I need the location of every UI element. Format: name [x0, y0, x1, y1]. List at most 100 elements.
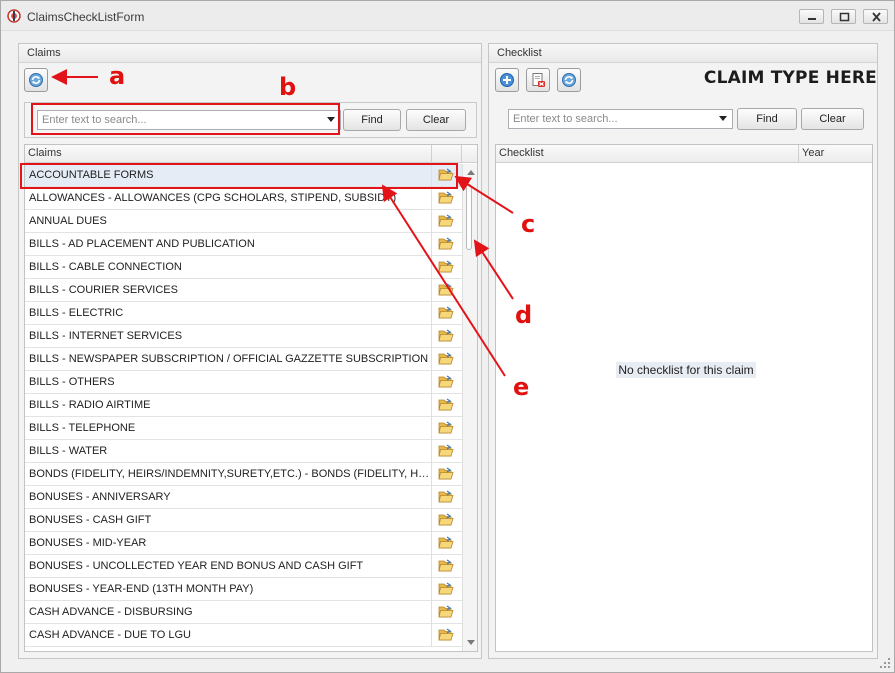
table-row[interactable]: BONUSES - UNCOLLECTED YEAR END BONUS AND…	[25, 555, 462, 578]
table-row[interactable]: CASH ADVANCE - DISBURSING	[25, 601, 462, 624]
scrollbar-thumb[interactable]	[466, 184, 472, 250]
minimize-icon	[808, 18, 816, 20]
open-folder-icon[interactable]	[438, 628, 454, 645]
cell-divider	[431, 578, 432, 601]
cell-divider	[431, 440, 432, 463]
close-icon	[872, 12, 881, 22]
table-row[interactable]: BILLS - CABLE CONNECTION	[25, 256, 462, 279]
year-column-header[interactable]: Year	[799, 145, 872, 163]
refresh-checklist-button[interactable]	[557, 68, 581, 92]
claims-find-button[interactable]: Find	[343, 109, 401, 131]
add-checklist-button[interactable]	[495, 68, 519, 92]
cell-divider	[431, 371, 432, 394]
table-row[interactable]: BONUSES - CASH GIFT	[25, 509, 462, 532]
claim-name-cell: BONUSES - UNCOLLECTED YEAR END BONUS AND…	[29, 560, 364, 572]
table-row[interactable]: ALLOWANCES - ALLOWANCES (CPG SCHOLARS, S…	[25, 187, 462, 210]
cell-divider	[431, 624, 432, 647]
maximize-button[interactable]	[831, 9, 856, 24]
claims-vertical-scrollbar[interactable]	[462, 164, 477, 651]
cell-divider	[431, 509, 432, 532]
empty-checklist-text: No checklist for this claim	[616, 362, 756, 378]
table-row[interactable]: BONDS (FIDELITY, HEIRS/INDEMNITY,SURETY,…	[25, 463, 462, 486]
open-folder-icon[interactable]	[438, 214, 454, 231]
open-folder-icon[interactable]	[438, 398, 454, 415]
table-row[interactable]: ANNUAL DUES	[25, 210, 462, 233]
open-folder-icon[interactable]	[438, 467, 454, 484]
open-folder-icon[interactable]	[438, 260, 454, 277]
table-row[interactable]: BILLS - WATER	[25, 440, 462, 463]
cell-divider	[431, 302, 432, 325]
close-button[interactable]	[863, 9, 888, 24]
table-row[interactable]: BILLS - ELECTRIC	[25, 302, 462, 325]
claims-panel-header: Claims	[19, 44, 481, 63]
checklist-search-input[interactable]	[509, 110, 714, 128]
open-folder-icon[interactable]	[438, 283, 454, 300]
cell-divider	[431, 325, 432, 348]
chevron-down-icon[interactable]	[719, 116, 727, 121]
refresh-claims-button[interactable]	[24, 68, 48, 92]
claim-name-cell: ALLOWANCES - ALLOWANCES (CPG SCHOLARS, S…	[29, 192, 397, 204]
claims-grid: Claims ACCOUNTABLE FORMS ALLOWANCES - ALL…	[24, 144, 478, 652]
cell-divider	[431, 348, 432, 371]
checklist-find-button[interactable]: Find	[737, 108, 797, 130]
open-folder-icon[interactable]	[438, 605, 454, 622]
checklist-search-bar: Find Clear	[495, 102, 873, 138]
claims-column-header[interactable]: Claims	[25, 145, 432, 163]
table-row[interactable]: BILLS - RADIO AIRTIME	[25, 394, 462, 417]
checklist-clear-button[interactable]: Clear	[801, 108, 864, 130]
table-row[interactable]: BONUSES - YEAR-END (13TH MONTH PAY)	[25, 578, 462, 601]
claim-name-cell: BONUSES - CASH GIFT	[29, 514, 152, 526]
maximize-icon	[839, 12, 850, 22]
open-folder-icon[interactable]	[438, 352, 454, 369]
annotation-label-d: d	[515, 301, 533, 329]
open-folder-icon[interactable]	[438, 306, 454, 323]
checklist-column-header[interactable]: Checklist	[496, 145, 799, 163]
open-folder-icon[interactable]	[438, 490, 454, 507]
table-row[interactable]: BILLS - INTERNET SERVICES	[25, 325, 462, 348]
minimize-button[interactable]	[799, 9, 824, 24]
table-row[interactable]: BILLS - NEWSPAPER SUBSCRIPTION / OFFICIA…	[25, 348, 462, 371]
claims-panel: Claims Find Clear Claims ACCOUNT	[18, 43, 482, 659]
claim-name-cell: BILLS - WATER	[29, 445, 108, 457]
scroll-down-icon[interactable]	[467, 640, 475, 645]
open-folder-icon[interactable]	[438, 375, 454, 392]
open-folder-icon[interactable]	[438, 444, 454, 461]
table-row[interactable]: CASH ADVANCE - DUE TO LGU	[25, 624, 462, 647]
open-folder-icon[interactable]	[438, 421, 454, 438]
cell-divider	[431, 417, 432, 440]
table-row[interactable]: BILLS - OTHERS	[25, 371, 462, 394]
claim-name-cell: CASH ADVANCE - DISBURSING	[29, 606, 193, 618]
annotation-box-selected-row	[20, 163, 458, 189]
open-folder-icon[interactable]	[438, 237, 454, 254]
resize-grip-icon[interactable]	[879, 657, 891, 669]
table-row[interactable]: BILLS - COURIER SERVICES	[25, 279, 462, 302]
annotation-box-search	[31, 103, 340, 135]
table-row[interactable]: BONUSES - MID-YEAR	[25, 532, 462, 555]
open-folder-icon[interactable]	[438, 536, 454, 553]
claims-grid-header: Claims	[25, 145, 477, 163]
table-row[interactable]: BONUSES - ANNIVERSARY	[25, 486, 462, 509]
app-logo-icon	[7, 9, 21, 23]
table-row[interactable]: BILLS - TELEPHONE	[25, 417, 462, 440]
checklist-panel-header: Checklist	[489, 44, 877, 63]
scroll-up-icon[interactable]	[467, 170, 475, 175]
open-folder-icon[interactable]	[438, 582, 454, 599]
open-folder-icon[interactable]	[438, 513, 454, 530]
claim-name-cell: BILLS - AD PLACEMENT AND PUBLICATION	[29, 238, 255, 250]
open-folder-icon[interactable]	[438, 191, 454, 208]
title-bar: ClaimsCheckListForm	[1, 1, 894, 31]
table-row[interactable]: BILLS - AD PLACEMENT AND PUBLICATION	[25, 233, 462, 256]
cell-divider	[431, 210, 432, 233]
open-folder-icon[interactable]	[438, 329, 454, 346]
claim-name-cell: CASH ADVANCE - DUE TO LGU	[29, 629, 191, 641]
checklist-search-combo[interactable]	[508, 109, 733, 129]
claims-clear-button[interactable]: Clear	[406, 109, 466, 131]
cell-divider	[431, 532, 432, 555]
open-folder-icon[interactable]	[438, 559, 454, 576]
claim-type-title: CLAIM TYPE HERE	[703, 68, 877, 88]
delete-checklist-button[interactable]	[526, 68, 550, 92]
claim-name-cell: BONUSES - YEAR-END (13TH MONTH PAY)	[29, 583, 254, 595]
claim-name-cell: BILLS - RADIO AIRTIME	[29, 399, 151, 411]
checklist-grid: Checklist Year	[495, 144, 873, 652]
action-column-header	[432, 145, 462, 163]
